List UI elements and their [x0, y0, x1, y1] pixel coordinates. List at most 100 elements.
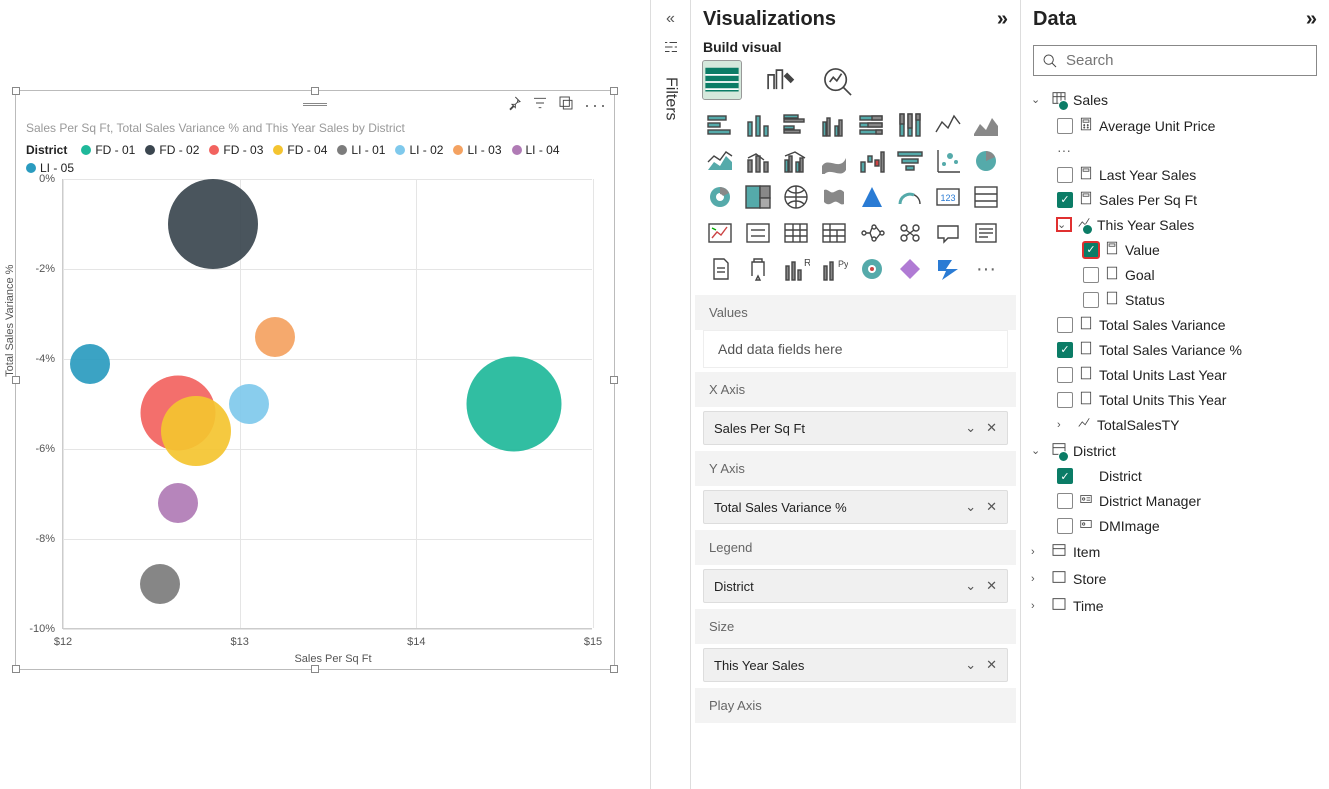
viz-100-bar[interactable]	[855, 109, 889, 141]
table-district[interactable]: ⌄District	[1029, 437, 1321, 464]
field-total-sales-ty[interactable]: ›TotalSalesTY	[1029, 412, 1321, 437]
bubble[interactable]	[140, 564, 180, 604]
well-yaxis-chip[interactable]: Total Sales Variance %⌄✕	[703, 490, 1008, 524]
viz-powerapps[interactable]	[893, 253, 927, 285]
chevron-down-icon[interactable]: ⌄	[965, 420, 976, 436]
field-goal[interactable]: Goal	[1029, 262, 1321, 287]
table-store[interactable]: ›Store	[1029, 565, 1321, 592]
viz-stacked-bar[interactable]	[703, 109, 737, 141]
well-legend-chip[interactable]: District⌄✕	[703, 569, 1008, 603]
viz-area[interactable]	[969, 109, 1003, 141]
viz-matrix[interactable]	[817, 217, 851, 249]
tab-build-visual[interactable]	[703, 61, 741, 99]
viz-line-stacked-column[interactable]	[741, 145, 775, 177]
more-icon[interactable]: ···	[584, 95, 608, 116]
legend-item[interactable]: LI - 03	[453, 143, 501, 157]
table-time[interactable]: ›Time	[1029, 592, 1321, 619]
viz-paginated[interactable]	[703, 253, 737, 285]
bubble[interactable]	[70, 344, 110, 384]
legend-item[interactable]: FD - 01	[81, 143, 135, 157]
filters-pane-collapsed[interactable]: « Filters	[650, 0, 690, 789]
field-total-sales-variance[interactable]: Total Sales Variance	[1029, 312, 1321, 337]
viz-goals[interactable]	[741, 253, 775, 285]
tab-format-visual[interactable]	[761, 61, 799, 99]
field-sales-per-sqft[interactable]: ✓Sales Per Sq Ft	[1029, 187, 1321, 212]
viz-gauge[interactable]	[893, 181, 927, 213]
collapse-viz-icon[interactable]: »	[997, 8, 1008, 31]
viz-pie[interactable]	[969, 145, 1003, 177]
legend-item[interactable]: FD - 02	[145, 143, 199, 157]
chart-plot-area[interactable]: 0%-2%-4%-6%-8%-10%$12$13$14$15	[62, 179, 592, 629]
legend-item[interactable]: LI - 02	[395, 143, 443, 157]
viz-line[interactable]	[931, 109, 965, 141]
viz-qa[interactable]	[931, 217, 965, 249]
field-district[interactable]: ✓District	[1029, 464, 1321, 488]
viz-decomposition[interactable]	[855, 217, 889, 249]
viz-stacked-column[interactable]	[741, 109, 775, 141]
viz-donut[interactable]	[703, 181, 737, 213]
viz-more[interactable]: ···	[969, 253, 1003, 285]
search-input[interactable]	[1033, 45, 1317, 76]
collapse-data-icon[interactable]: »	[1306, 8, 1317, 31]
field-dm-image[interactable]: DMImage	[1029, 513, 1321, 538]
expand-filters-icon[interactable]: «	[666, 10, 675, 28]
viz-scatter[interactable]	[931, 145, 965, 177]
viz-kpi[interactable]	[703, 217, 737, 249]
tab-analytics[interactable]	[819, 61, 857, 99]
viz-ribbon[interactable]	[817, 145, 851, 177]
viz-filled-map[interactable]	[817, 181, 851, 213]
viz-slicer[interactable]	[741, 217, 775, 249]
viz-100-column[interactable]	[893, 109, 927, 141]
table-item[interactable]: ›Item	[1029, 538, 1321, 565]
well-values-drop[interactable]: Add data fields here	[703, 330, 1008, 368]
viz-python[interactable]: Py	[817, 253, 851, 285]
field-avg-unit-price[interactable]: Average Unit Price	[1029, 113, 1321, 138]
field-total-sales-variance-pct[interactable]: ✓Total Sales Variance %	[1029, 337, 1321, 362]
viz-stacked-area[interactable]	[703, 145, 737, 177]
viz-powerautomate[interactable]	[931, 253, 965, 285]
viz-arcgis[interactable]	[855, 253, 889, 285]
viz-table[interactable]	[779, 217, 813, 249]
chevron-down-icon[interactable]: ⌄	[965, 499, 976, 515]
legend-item[interactable]: LI - 04	[512, 143, 560, 157]
visual-scatter[interactable]: ··· Sales Per Sq Ft, Total Sales Varianc…	[15, 90, 615, 670]
viz-narrative[interactable]	[969, 217, 1003, 249]
field-total-units-last-year[interactable]: Total Units Last Year	[1029, 362, 1321, 387]
chevron-down-icon[interactable]: ⌄	[965, 657, 976, 673]
viz-line-clustered-column[interactable]	[779, 145, 813, 177]
remove-icon[interactable]: ✕	[986, 420, 997, 436]
viz-map[interactable]	[779, 181, 813, 213]
legend-item[interactable]: LI - 01	[337, 143, 385, 157]
remove-icon[interactable]: ✕	[986, 578, 997, 594]
field-status[interactable]: Status	[1029, 287, 1321, 312]
bubble[interactable]	[229, 384, 269, 424]
viz-clustered-bar[interactable]	[779, 109, 813, 141]
viz-multi-row-card[interactable]	[969, 181, 1003, 213]
focus-icon[interactable]	[558, 95, 574, 116]
bubble[interactable]	[255, 317, 295, 357]
table-sales[interactable]: ⌄Sales	[1029, 86, 1321, 113]
field-district-manager[interactable]: District Manager	[1029, 488, 1321, 513]
pin-icon[interactable]	[506, 95, 522, 116]
viz-key-influencers[interactable]	[893, 217, 927, 249]
bubble[interactable]	[168, 179, 258, 269]
bubble[interactable]	[466, 357, 561, 452]
viz-clustered-column[interactable]	[817, 109, 851, 141]
viz-azure-map[interactable]	[855, 181, 889, 213]
field-value[interactable]: ✓Value	[1029, 237, 1321, 262]
well-size-chip[interactable]: This Year Sales⌄✕	[703, 648, 1008, 682]
bubble[interactable]	[161, 396, 231, 466]
field-last-year-sales[interactable]: Last Year Sales	[1029, 162, 1321, 187]
viz-treemap[interactable]	[741, 181, 775, 213]
legend-item[interactable]: FD - 03	[209, 143, 263, 157]
field-this-year-sales[interactable]: ⌄This Year Sales	[1029, 212, 1321, 237]
field-total-units-this-year[interactable]: Total Units This Year	[1029, 387, 1321, 412]
bubble[interactable]	[158, 483, 198, 523]
viz-card[interactable]: 123	[931, 181, 965, 213]
report-canvas[interactable]: ··· Sales Per Sq Ft, Total Sales Varianc…	[0, 0, 650, 789]
drag-handle-icon[interactable]	[303, 101, 327, 107]
viz-r[interactable]: R	[779, 253, 813, 285]
viz-waterfall[interactable]	[855, 145, 889, 177]
chevron-down-icon[interactable]: ⌄	[965, 578, 976, 594]
legend-item[interactable]: FD - 04	[273, 143, 327, 157]
